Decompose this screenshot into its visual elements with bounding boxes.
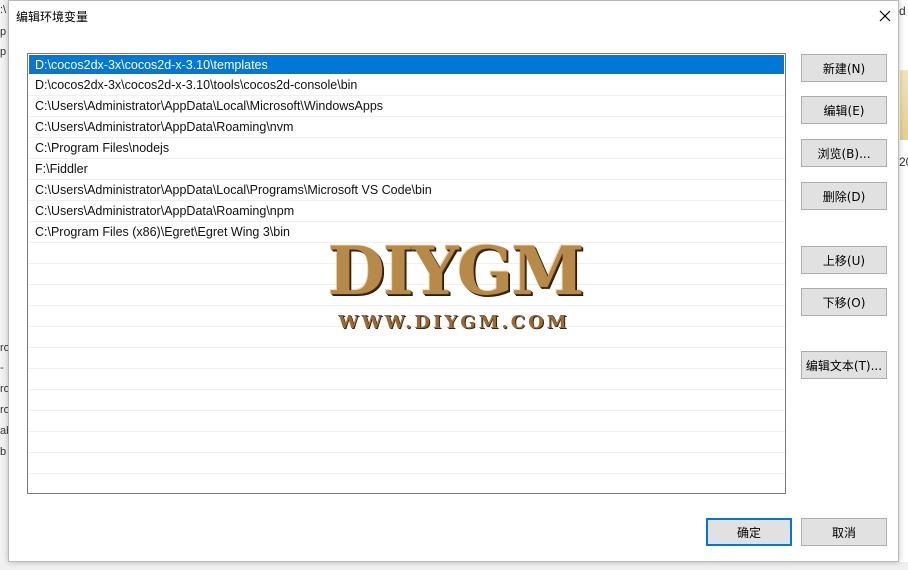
browse-button[interactable]: 浏览(B)... bbox=[801, 139, 887, 167]
empty-list-row[interactable] bbox=[28, 474, 785, 493]
bg-ribbon bbox=[900, 70, 908, 140]
bg-text-fragment: ab bbox=[0, 425, 8, 437]
path-list-item[interactable]: C:\Users\Administrator\AppData\Roaming\n… bbox=[28, 117, 785, 138]
ok-button[interactable]: 确定 bbox=[706, 518, 792, 546]
empty-list-row[interactable] bbox=[28, 369, 785, 390]
bg-text-fragment: d bbox=[899, 4, 906, 18]
path-list-item[interactable]: C:\Program Files\nodejs bbox=[28, 138, 785, 159]
background-window-bottom bbox=[0, 562, 908, 570]
bg-text-fragment: ro bbox=[0, 383, 8, 395]
background-window-right: d 20 bbox=[899, 0, 908, 570]
bg-text-fragment: 20 bbox=[899, 155, 908, 169]
path-list-item[interactable]: C:\Users\Administrator\AppData\Local\Mic… bbox=[28, 96, 785, 117]
bg-text-fragment: p bbox=[0, 46, 7, 58]
path-list-item[interactable]: C:\Users\Administrator\AppData\Local\Pro… bbox=[28, 180, 785, 201]
watermark-brand: DIYGM bbox=[327, 232, 585, 310]
bg-text-fragment: b bbox=[0, 446, 7, 458]
watermark-logo: DIYGM WWW.DIYGM.COM bbox=[300, 232, 610, 342]
dialog-title: 编辑环境变量 bbox=[16, 10, 89, 24]
background-window-left: :\ p p ro - ro ro ab b bbox=[0, 0, 8, 570]
bg-text-fragment: ro bbox=[0, 404, 8, 416]
edit-button[interactable]: 编辑(E) bbox=[801, 96, 887, 124]
empty-list-row[interactable] bbox=[28, 390, 785, 411]
watermark-url: WWW.DIYGM.COM bbox=[338, 312, 570, 333]
path-list-item[interactable]: D:\cocos2dx-3x\cocos2d-x-3.10\templates bbox=[29, 55, 784, 75]
edit-text-button[interactable]: 编辑文本(T)... bbox=[801, 351, 887, 379]
empty-list-row[interactable] bbox=[28, 432, 785, 453]
cancel-button[interactable]: 取消 bbox=[801, 518, 887, 546]
path-list-item[interactable]: F:\Fiddler bbox=[28, 159, 785, 180]
empty-list-row[interactable] bbox=[28, 411, 785, 432]
bg-text-fragment: :\ bbox=[0, 4, 7, 16]
new-button[interactable]: 新建(N) bbox=[801, 54, 887, 82]
close-icon bbox=[879, 10, 891, 22]
close-button[interactable] bbox=[870, 1, 900, 31]
empty-list-row[interactable] bbox=[28, 348, 785, 369]
bg-text-fragment: - bbox=[0, 362, 4, 374]
path-list-item[interactable]: C:\Users\Administrator\AppData\Roaming\n… bbox=[28, 201, 785, 222]
move-up-button[interactable]: 上移(U) bbox=[801, 246, 887, 274]
empty-list-row[interactable] bbox=[28, 453, 785, 474]
bg-text-fragment: ro bbox=[0, 342, 8, 354]
delete-button[interactable]: 删除(D) bbox=[801, 182, 887, 210]
path-list-item[interactable]: D:\cocos2dx-3x\cocos2d-x-3.10\tools\coco… bbox=[28, 75, 785, 96]
move-down-button[interactable]: 下移(O) bbox=[801, 288, 887, 316]
bg-text-fragment: p bbox=[0, 26, 7, 38]
